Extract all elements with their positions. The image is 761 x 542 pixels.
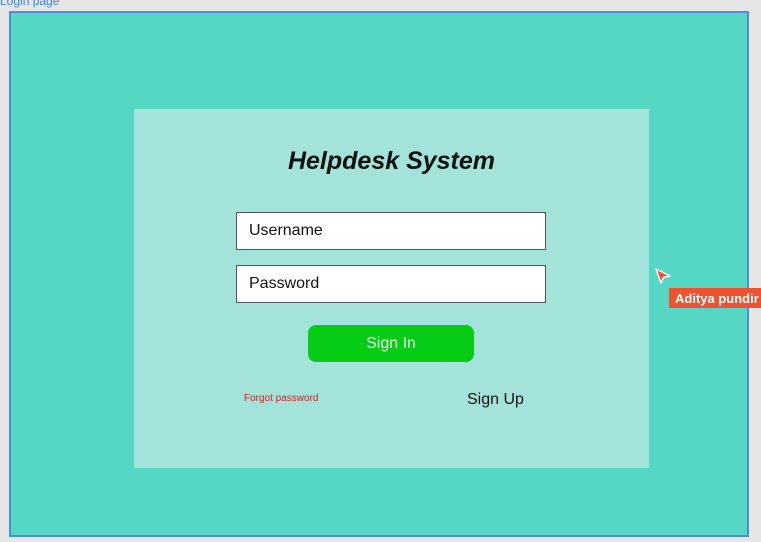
sign-up-link[interactable]: Sign Up — [467, 391, 524, 409]
login-card: Helpdesk System Username Password Sign I… — [134, 109, 649, 468]
password-field[interactable]: Password — [236, 265, 546, 303]
forgot-password-link[interactable]: Forgot password — [244, 393, 318, 404]
sign-in-label: Sign In — [366, 334, 416, 352]
page-title: Helpdesk System — [287, 147, 496, 175]
username-field[interactable]: Username — [236, 212, 546, 250]
frame-label: Login page — [0, 0, 60, 8]
collaborator-name-tag: Aditya pundir — [669, 288, 761, 308]
pointer-cursor-icon — [655, 268, 671, 284]
username-placeholder: Username — [249, 222, 323, 239]
password-placeholder: Password — [249, 275, 320, 292]
design-frame: Helpdesk System Username Password Sign I… — [9, 11, 749, 537]
sign-in-button[interactable]: Sign In — [308, 325, 474, 362]
